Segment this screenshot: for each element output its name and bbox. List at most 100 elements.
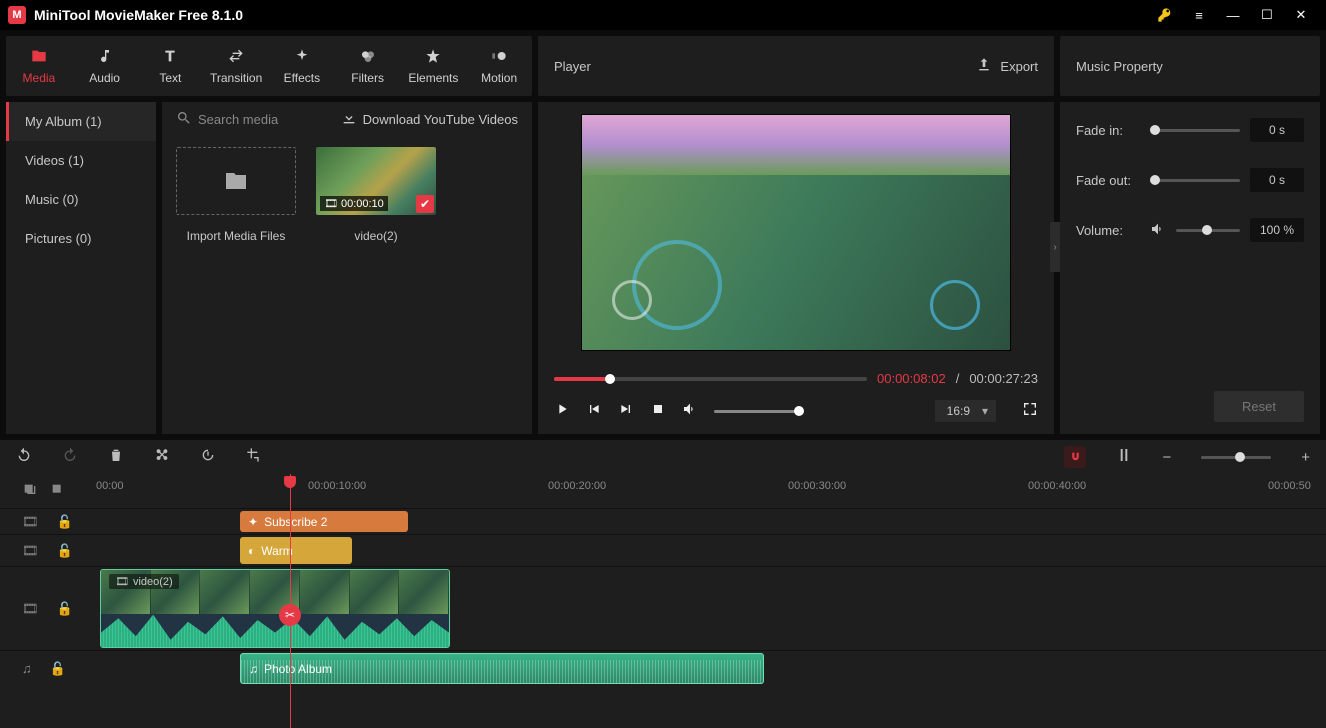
tab-transition[interactable]: Transition	[203, 36, 269, 96]
tab-label: Effects	[284, 71, 320, 85]
key-icon[interactable]	[1148, 0, 1182, 30]
prev-frame-button[interactable]	[586, 401, 602, 421]
download-youtube-button[interactable]: Download YouTube Videos	[341, 110, 518, 129]
maximize-button[interactable]: ☐	[1250, 0, 1284, 30]
lock-icon[interactable]: 🔓	[57, 514, 73, 530]
video-track-icon: 🎞	[22, 601, 39, 617]
split-button[interactable]	[154, 447, 170, 467]
app-logo: M	[8, 6, 26, 24]
tab-filters[interactable]: Filters	[335, 36, 401, 96]
media-clip-card[interactable]: 🎞 00:00:10 ✔ video(2)	[316, 147, 436, 243]
delete-button[interactable]	[108, 447, 124, 467]
snap-toggle[interactable]	[1116, 447, 1132, 467]
menu-icon[interactable]: ≡	[1182, 0, 1216, 30]
lock-icon[interactable]: 🔓	[57, 543, 73, 559]
zoom-slider[interactable]	[1201, 456, 1271, 459]
tab-label: Audio	[89, 71, 120, 85]
filter-icon	[360, 48, 376, 67]
swap-icon	[228, 48, 244, 67]
property-panel: › Fade in: 0 s Fade out: 0 s Volume: 100…	[1060, 102, 1320, 434]
play-button[interactable]	[554, 401, 570, 421]
text-icon	[162, 48, 178, 67]
clip-warm[interactable]: ◐ Warm	[240, 537, 352, 564]
volume-slider[interactable]	[714, 410, 804, 413]
star-icon	[425, 48, 441, 67]
tab-label: Media	[23, 71, 56, 85]
media-pane: Search media Download YouTube Videos Imp…	[162, 102, 532, 434]
lock-icon[interactable]: 🔓	[50, 661, 66, 677]
seek-bar[interactable]: 00:00:08:02 / 00:00:27:23	[554, 371, 1038, 386]
import-card[interactable]: Import Media Files	[176, 147, 296, 243]
time-ruler[interactable]: 00:00 00:00:10:00 00:00:20:00 00:00:30:0…	[0, 474, 1326, 508]
timecode-current: 00:00:08:02	[877, 371, 946, 386]
folder-icon	[31, 48, 47, 67]
search-input[interactable]: Search media	[176, 110, 333, 129]
main-toolbar: Media Audio Text Transition Effects Filt…	[6, 36, 532, 96]
fullscreen-button[interactable]	[1022, 401, 1038, 421]
track-filter: 🎞🔓 ◐ Warm	[0, 534, 1326, 566]
clip-name: video(2)	[316, 229, 436, 243]
tab-effects[interactable]: Effects	[269, 36, 335, 96]
video-preview[interactable]	[581, 114, 1011, 351]
next-frame-button[interactable]	[618, 401, 634, 421]
tab-media[interactable]: Media	[6, 36, 72, 96]
add-track-icon[interactable]	[22, 482, 38, 501]
player-header: Player Export	[538, 36, 1054, 96]
export-label: Export	[1000, 59, 1038, 74]
fadeout-slider[interactable]	[1150, 179, 1240, 182]
tab-label: Text	[159, 71, 181, 85]
playhead[interactable]: ✂	[290, 474, 291, 728]
video-track-icon: 🎞	[22, 514, 39, 530]
volume-prop-slider[interactable]	[1176, 229, 1240, 232]
clip-thumbnail: 🎞 00:00:10 ✔	[316, 147, 436, 215]
remove-track-icon[interactable]	[50, 482, 66, 501]
tab-label: Elements	[408, 71, 458, 85]
undo-button[interactable]	[16, 447, 32, 467]
aspect-select[interactable]: 16:9	[935, 400, 996, 422]
clip-photoalbum[interactable]: ♫ Photo Album	[240, 653, 764, 684]
fadeout-value[interactable]: 0 s	[1250, 168, 1304, 192]
tab-elements[interactable]: Elements	[401, 36, 467, 96]
lock-icon[interactable]: 🔓	[57, 601, 73, 617]
download-icon	[341, 110, 357, 129]
collapse-toggle[interactable]: ›	[1050, 222, 1060, 272]
volume-icon[interactable]	[682, 401, 698, 421]
music-track-icon: ♫	[22, 661, 32, 677]
close-button[interactable]: ✕	[1284, 0, 1318, 30]
zoom-in-button[interactable]: +	[1301, 449, 1310, 466]
timeline: ✂ 00:00 00:00:10:00 00:00:20:00 00:00:30…	[0, 474, 1326, 728]
app-title: MiniTool MovieMaker Free 8.1.0	[34, 7, 1148, 23]
clip-subscribe[interactable]: ✦ Subscribe 2	[240, 511, 408, 532]
tab-label: Motion	[481, 71, 517, 85]
check-icon: ✔	[416, 195, 434, 213]
tab-audio[interactable]: Audio	[72, 36, 138, 96]
volume-value[interactable]: 100 %	[1250, 218, 1304, 242]
timeline-toolbar: − +	[0, 440, 1326, 474]
element-icon: ✦	[248, 515, 258, 529]
search-placeholder: Search media	[198, 112, 278, 127]
clip-video[interactable]: 🎞video(2)	[100, 569, 450, 648]
filter-icon: ◐	[248, 544, 255, 558]
fadein-slider[interactable]	[1150, 129, 1240, 132]
stop-button[interactable]	[650, 401, 666, 421]
fadein-value[interactable]: 0 s	[1250, 118, 1304, 142]
sidebar-item-myalbum[interactable]: My Album (1)	[6, 102, 156, 141]
minimize-button[interactable]: —	[1216, 0, 1250, 30]
folder-icon	[176, 147, 296, 215]
crop-button[interactable]	[246, 447, 262, 467]
tab-motion[interactable]: Motion	[466, 36, 532, 96]
export-button[interactable]: Export	[976, 57, 1038, 76]
reset-button[interactable]: Reset	[1214, 391, 1304, 422]
sidebar-item-pictures[interactable]: Pictures (0)	[6, 219, 156, 258]
tab-text[interactable]: Text	[138, 36, 204, 96]
speed-button[interactable]	[200, 447, 216, 467]
magnet-toggle[interactable]	[1064, 446, 1086, 468]
sidebar-item-music[interactable]: Music (0)	[6, 180, 156, 219]
music-note-icon	[97, 48, 113, 67]
scissors-icon[interactable]: ✂	[279, 604, 301, 626]
sidebar-item-videos[interactable]: Videos (1)	[6, 141, 156, 180]
volume-label: Volume:	[1076, 223, 1140, 238]
redo-button[interactable]	[62, 447, 78, 467]
fadein-label: Fade in:	[1076, 123, 1140, 138]
zoom-out-button[interactable]: −	[1162, 449, 1171, 466]
